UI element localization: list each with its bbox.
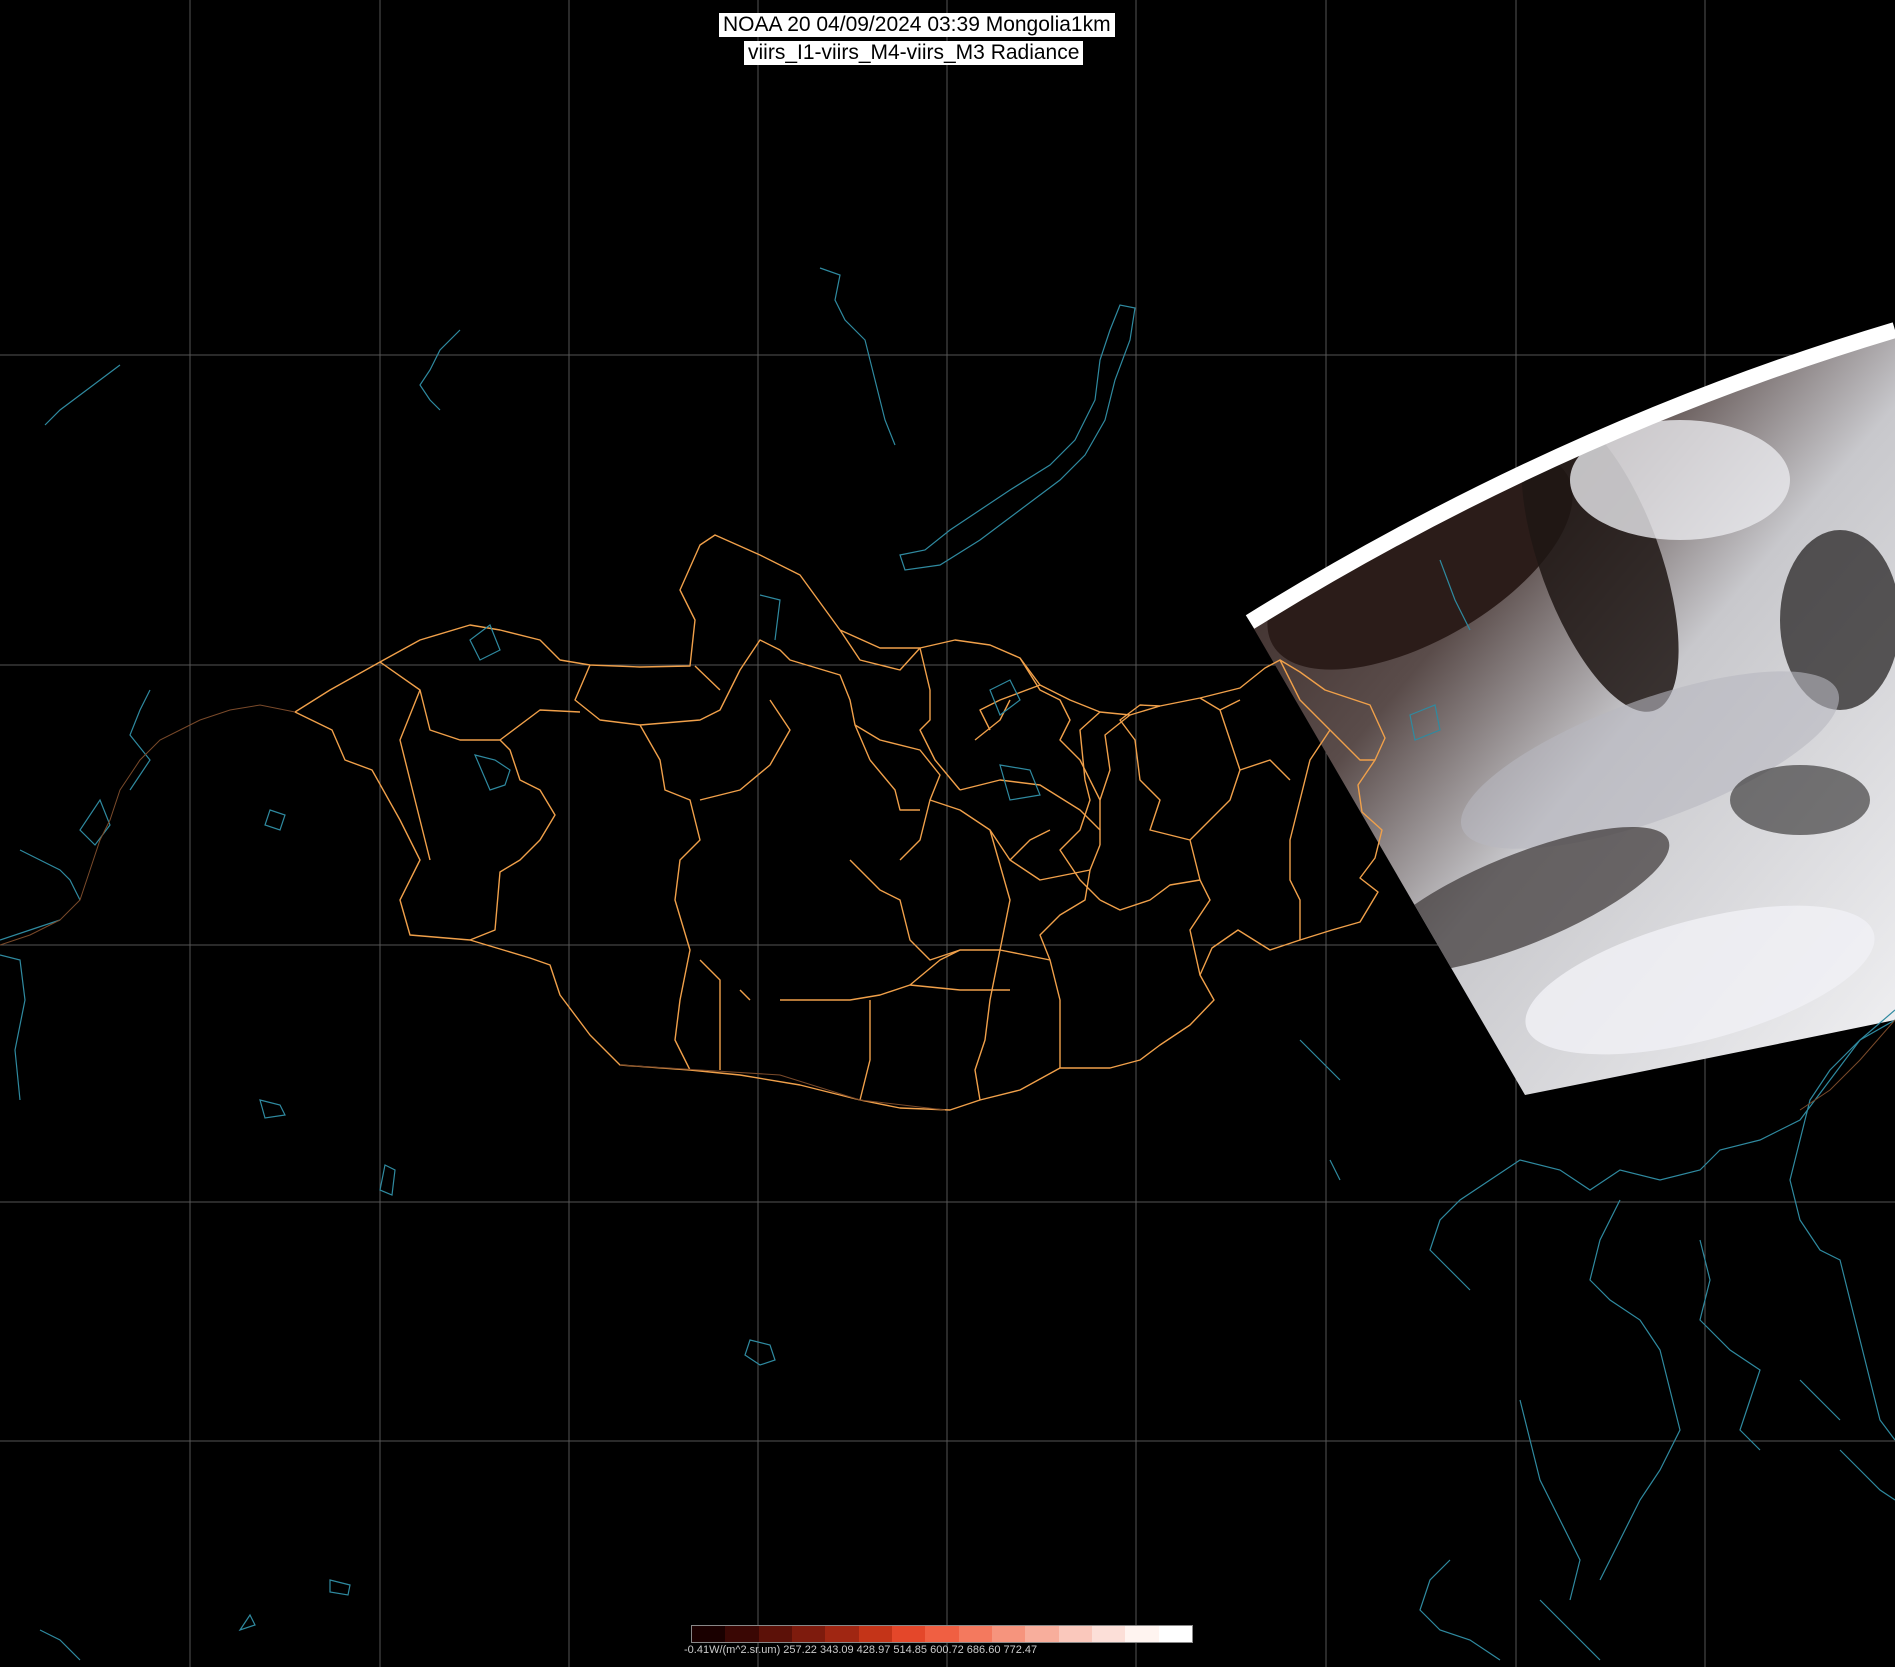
legend-color-swatch xyxy=(1125,1626,1159,1642)
legend-color-swatch xyxy=(825,1626,859,1642)
legend-color-swatch xyxy=(1158,1626,1192,1642)
legend-color-swatch xyxy=(725,1626,759,1642)
legend-color-swatch xyxy=(958,1626,992,1642)
legend-color-bar xyxy=(691,1625,1193,1643)
legend-color-swatch xyxy=(1058,1626,1092,1642)
color-legend: -0.41W/(m^2.sr.um) 257.22 343.09 428.97 … xyxy=(684,1625,1204,1665)
legend-color-swatch xyxy=(1025,1626,1059,1642)
legend-color-swatch xyxy=(858,1626,892,1642)
legend-color-swatch xyxy=(891,1626,926,1642)
legend-color-swatch xyxy=(758,1626,792,1642)
map-title-line-1: NOAA 20 04/09/2024 03:39 Mongolia1km xyxy=(719,13,1115,37)
satellite-map xyxy=(0,0,1895,1667)
legend-color-swatch xyxy=(791,1626,826,1642)
legend-color-swatch xyxy=(991,1626,1026,1642)
legend-color-swatch xyxy=(1091,1626,1126,1642)
legend-color-swatch xyxy=(925,1626,959,1642)
map-title-line-2: viirs_I1-viirs_M4-viirs_M3 Radiance xyxy=(744,41,1084,65)
legend-tick-labels: -0.41W/(m^2.sr.um) 257.22 343.09 428.97 … xyxy=(684,1644,1038,1656)
legend-color-swatch xyxy=(692,1626,726,1642)
